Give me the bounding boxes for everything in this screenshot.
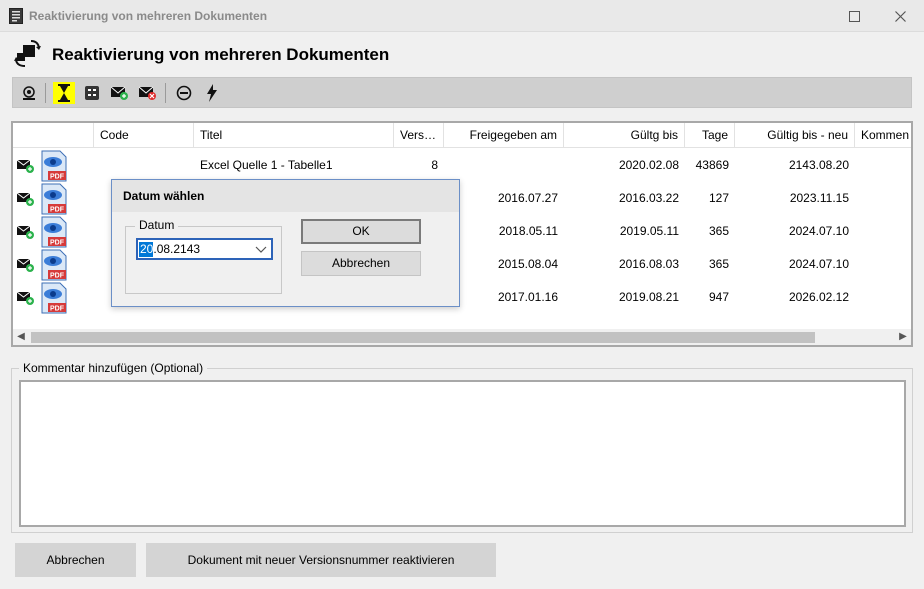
- column-header-freigegeben[interactable]: Freigegeben am: [444, 123, 564, 148]
- cell-freigegeben: 2017.01.16: [497, 290, 558, 304]
- cell-tage: 365: [708, 224, 729, 238]
- table-row[interactable]: PDF Excel Quelle 1 - Tabelle1 8 2020.02.08 4…: [13, 149, 911, 182]
- ok-button[interactable]: OK: [301, 219, 421, 244]
- toolbar: [12, 77, 912, 108]
- title-bar: Reaktivierung von mehreren Dokumenten: [0, 0, 924, 32]
- maximize-icon: [848, 10, 860, 22]
- hourglass-button[interactable]: [53, 82, 75, 104]
- comment-textarea[interactable]: [19, 380, 906, 527]
- column-header-gueltig-neu[interactable]: Gültig bis - neu: [735, 123, 855, 148]
- minus-circle-icon: [176, 85, 192, 101]
- date-rest-part: .08.2143: [153, 242, 201, 256]
- mail-add-button[interactable]: [109, 82, 131, 104]
- comment-group: Kommentar hinzufügen (Optional): [11, 361, 913, 533]
- table-header: Code Titel Vers… Freigegeben am Gültg bi…: [13, 123, 911, 148]
- toolbar-separator: [45, 83, 46, 103]
- cell-freigegeben: 2016.07.27: [497, 191, 558, 205]
- lightning-button[interactable]: [201, 82, 223, 104]
- cell-freigegeben: [444, 149, 558, 182]
- mail-add-icon: [17, 258, 34, 272]
- cancel-button[interactable]: Abbrechen: [15, 543, 136, 577]
- close-icon: [894, 10, 906, 22]
- scroll-left-icon[interactable]: ◀: [13, 329, 29, 345]
- cell-gueltig-neu: 2143.08.20: [788, 158, 849, 172]
- pdf-document-icon: PDF: [41, 216, 67, 248]
- cell-titel: Excel Quelle 1 - Tabelle1: [200, 158, 333, 172]
- column-header-titel[interactable]: Titel: [194, 123, 394, 148]
- reactivate-button[interactable]: Dokument mit neuer Versionsnummer reakti…: [146, 543, 496, 577]
- cell-gueltig-neu: 2023.11.15: [789, 191, 849, 205]
- pdf-label: PDF: [50, 306, 65, 313]
- cell-gueltig-bis: 2016.03.22: [618, 191, 679, 205]
- mail-remove-button[interactable]: [137, 82, 159, 104]
- column-header-kommentar[interactable]: Kommen: [855, 123, 911, 148]
- column-header-tage[interactable]: Tage: [685, 123, 735, 148]
- pdf-document-icon: PDF: [41, 282, 67, 314]
- cell-gueltig-neu: 2024.07.10: [788, 257, 849, 271]
- cell-gueltig-bis: 2019.05.11: [619, 224, 679, 238]
- date-group: Datum 20.08.2143: [125, 218, 282, 294]
- date-input[interactable]: 20.08.2143: [136, 238, 273, 260]
- cell-tage: 365: [708, 257, 729, 271]
- cell-tage: 43869: [695, 158, 729, 172]
- mail-add-icon: [17, 159, 34, 173]
- maximize-button[interactable]: [831, 0, 877, 32]
- pdf-label: PDF: [50, 273, 65, 280]
- rotate-squares-icon: [14, 40, 41, 67]
- dialog-title: Datum wählen: [112, 180, 459, 212]
- minus-circle-button[interactable]: [173, 82, 195, 104]
- date-selected-part: 20: [140, 242, 154, 256]
- pdf-label: PDF: [50, 174, 65, 181]
- column-header-version[interactable]: Vers…: [394, 123, 444, 148]
- pdf-label: PDF: [50, 207, 65, 214]
- cell-version: 8: [431, 158, 438, 172]
- mail-add-icon: [17, 291, 34, 305]
- cell-freigegeben: 2018.05.11: [498, 224, 558, 238]
- pdf-document-icon: PDF: [41, 249, 67, 281]
- view-document-button[interactable]: [18, 82, 40, 104]
- column-header-icons[interactable]: [13, 123, 94, 148]
- mail-add-icon: [17, 225, 34, 239]
- lightning-icon: [207, 84, 217, 102]
- cell-tage: 127: [708, 191, 729, 205]
- column-header-gueltig-bis[interactable]: Gültg bis: [564, 123, 685, 148]
- column-header-code[interactable]: Code: [94, 123, 194, 148]
- scroll-right-icon[interactable]: ▶: [895, 329, 911, 345]
- list-button[interactable]: [81, 82, 103, 104]
- chevron-down-icon[interactable]: [255, 243, 267, 255]
- window-title: Reaktivierung von mehreren Dokumenten: [29, 9, 268, 23]
- date-group-label: Datum: [135, 218, 179, 232]
- mail-add-icon: [17, 192, 34, 206]
- cell-tage: 947: [708, 290, 729, 304]
- pdf-document-icon: PDF: [41, 183, 67, 215]
- comment-label: Kommentar hinzufügen (Optional): [19, 361, 208, 375]
- hourglass-icon: [58, 84, 70, 102]
- scrollbar-thumb[interactable]: [31, 332, 815, 343]
- mail-remove-icon: [139, 86, 156, 100]
- date-value: 20.08.2143: [140, 242, 200, 257]
- horizontal-scrollbar[interactable]: ◀ ▶: [13, 329, 911, 345]
- page-title: Reaktivierung von mehreren Dokumenten: [52, 45, 390, 64]
- cell-freigegeben: 2015.08.04: [497, 257, 558, 271]
- close-button[interactable]: [877, 0, 923, 32]
- view-document-icon: [23, 86, 35, 100]
- cell-gueltig-neu: 2026.02.12: [788, 290, 849, 304]
- list-icon: [85, 86, 99, 100]
- pdf-document-icon: PDF: [41, 150, 67, 182]
- cell-gueltig-neu: 2024.07.10: [788, 224, 849, 238]
- toolbar-separator: [165, 83, 166, 103]
- mail-add-icon: [111, 86, 128, 100]
- cell-gueltig-bis: 2020.02.08: [618, 158, 679, 172]
- cell-gueltig-bis: 2019.08.21: [618, 290, 679, 304]
- dialog-cancel-button[interactable]: Abbrechen: [301, 251, 421, 276]
- date-picker-dialog: Datum wählen Datum 20.08.2143 OK Abbrech…: [111, 179, 460, 307]
- app-icon: [9, 8, 23, 24]
- pdf-label: PDF: [50, 240, 65, 247]
- cell-code: [100, 149, 194, 182]
- cell-gueltig-bis: 2016.08.03: [618, 257, 679, 271]
